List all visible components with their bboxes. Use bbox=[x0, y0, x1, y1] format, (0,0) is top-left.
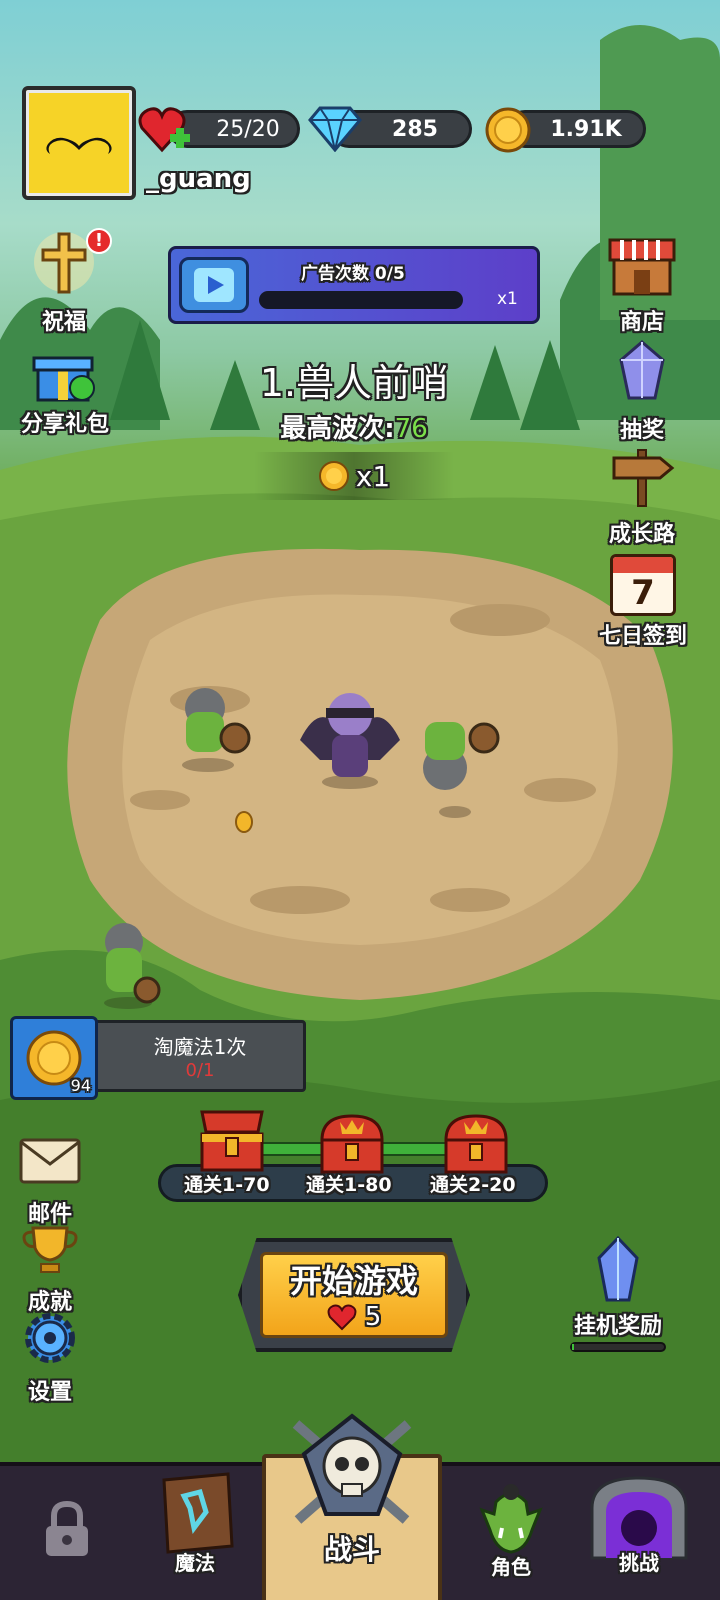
idle-progress-fill bbox=[572, 1344, 574, 1350]
best-wave-value: 76 bbox=[394, 414, 428, 444]
calendar-icon: 7 bbox=[610, 554, 676, 616]
blessing-button[interactable]: 祝福 ! bbox=[16, 228, 112, 336]
gear-icon bbox=[25, 1313, 75, 1363]
lock-icon bbox=[46, 1500, 88, 1556]
ad-count-label: 广告次数 0/5 bbox=[301, 264, 405, 284]
ad-multiplier: x1 bbox=[497, 289, 518, 309]
hearts-value: 25/20 bbox=[216, 116, 280, 142]
best-wave-label: 最高波次: bbox=[280, 414, 395, 444]
settings-button[interactable]: 设置 bbox=[2, 1310, 98, 1406]
mail-envelope-icon bbox=[19, 1138, 81, 1184]
calendar-day: 7 bbox=[631, 573, 655, 613]
crystal-icon bbox=[597, 1235, 639, 1302]
chest-label-3: 通关2-20 bbox=[430, 1174, 516, 1196]
tv-play-icon bbox=[179, 257, 249, 313]
start-game-button[interactable]: 开始游戏 5 bbox=[238, 1238, 470, 1352]
signpost-icon bbox=[612, 449, 675, 507]
quest-icon-frame[interactable]: 94 bbox=[10, 1016, 98, 1100]
idle-reward-label: 挂机奖励 bbox=[573, 1314, 662, 1339]
orc-head-icon bbox=[479, 1484, 543, 1554]
blessing-label: 祝福 bbox=[41, 310, 86, 335]
game-screen: _guang 25/20 285 1.91K 广告次数 0/5 x1 祝福 ! … bbox=[0, 0, 720, 1600]
chest-label-2: 通关1-80 bbox=[306, 1174, 392, 1196]
nav-battle-tab[interactable]: 战斗 bbox=[262, 1410, 442, 1600]
chest-label-1: 通关1-70 bbox=[184, 1174, 270, 1196]
settings-label: 设置 bbox=[27, 1380, 72, 1405]
mail-button[interactable]: 邮件 bbox=[2, 1134, 98, 1228]
checkin-label: 七日签到 bbox=[598, 624, 687, 649]
seven-day-checkin-button[interactable]: 7 七日签到 bbox=[588, 554, 698, 650]
quest-panel[interactable]: 淘魔法1次 0/1 bbox=[94, 1020, 306, 1092]
coin-icon bbox=[485, 107, 531, 153]
shop-stall-icon bbox=[608, 238, 676, 296]
locked-chest-icon[interactable] bbox=[316, 1112, 388, 1176]
coins-value: 1.91K bbox=[550, 116, 622, 142]
achievement-button[interactable]: 成就 bbox=[2, 1224, 98, 1316]
mustache-icon bbox=[46, 137, 112, 154]
idle-reward-button[interactable]: 挂机奖励 bbox=[560, 1235, 676, 1352]
open-chest-icon[interactable] bbox=[196, 1108, 268, 1174]
stage-title: 1.兽人前哨 bbox=[259, 361, 449, 405]
nav-magic-tab[interactable]: 魔法 bbox=[136, 1466, 254, 1600]
shop-label: 商店 bbox=[619, 310, 664, 335]
ad-reward-panel[interactable]: 广告次数 0/5 x1 bbox=[168, 246, 540, 324]
quest-count: 94 bbox=[70, 1076, 91, 1095]
heart-icon bbox=[327, 1304, 357, 1331]
coin-multiplier-strip: x1 bbox=[254, 452, 454, 500]
nav-battle-label: 战斗 bbox=[323, 1533, 380, 1566]
player-avatar[interactable] bbox=[22, 86, 136, 200]
quest-progress: 0/1 bbox=[185, 1060, 215, 1081]
skull-swords-icon bbox=[292, 1413, 412, 1524]
nav-challenge-tab[interactable]: 挑战 bbox=[580, 1466, 698, 1600]
idle-progress-track bbox=[570, 1342, 666, 1352]
nav-character-tab[interactable]: 角色 bbox=[466, 1466, 556, 1600]
gems-value: 285 bbox=[392, 116, 438, 142]
shop-button[interactable]: 商店 bbox=[594, 234, 690, 336]
start-cost-value: 5 bbox=[364, 1302, 382, 1332]
start-cost: 5 bbox=[242, 1302, 466, 1332]
bottom-nav-bar: 魔法 战斗 角色 挑战 bbox=[0, 1413, 720, 1600]
growth-road-button[interactable]: 成长路 bbox=[594, 446, 690, 548]
ad-progress-track bbox=[259, 291, 463, 309]
diamond-icon bbox=[308, 106, 362, 152]
nav-locked-tab[interactable] bbox=[22, 1466, 112, 1600]
player-name: _guang bbox=[146, 164, 251, 194]
dropped-coin bbox=[235, 811, 253, 833]
notification-badge: ! bbox=[86, 228, 112, 254]
quest-title: 淘魔法1次 bbox=[153, 1035, 247, 1059]
locked-chest-icon[interactable] bbox=[440, 1112, 512, 1176]
start-game-label: 开始游戏 bbox=[289, 1262, 418, 1300]
trophy-icon bbox=[22, 1226, 78, 1273]
coin-multiplier-value: x1 bbox=[355, 459, 391, 493]
heart-plus-icon[interactable] bbox=[138, 104, 194, 156]
spellbook-icon bbox=[162, 1472, 234, 1554]
best-wave: 最高波次:76 bbox=[0, 408, 708, 445]
coin-icon bbox=[318, 461, 349, 491]
growth-road-label: 成长路 bbox=[608, 522, 675, 547]
